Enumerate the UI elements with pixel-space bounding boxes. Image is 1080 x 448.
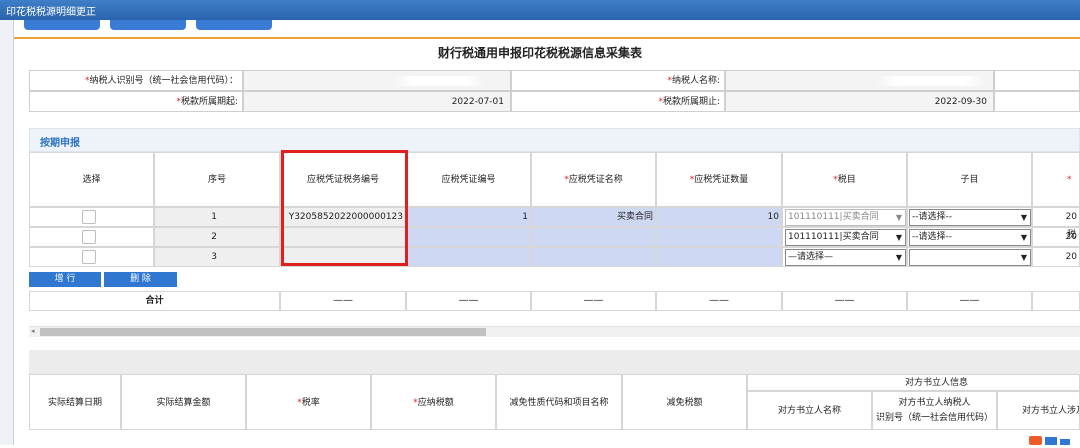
corner-logo [1027, 434, 1077, 445]
row2-select-cell [29, 227, 154, 247]
total-voucher-qty: —— [656, 291, 782, 311]
period-end-value: 2022-09-30 [725, 91, 994, 112]
row1-seq: 1 [154, 207, 280, 227]
col-header-extra: *税 [1032, 152, 1080, 240]
scroll-left-icon[interactable]: ◂ [31, 327, 35, 335]
col-header-counterparty-group: 对方书立人信息 [747, 374, 1080, 391]
row2-voucher-qty[interactable] [656, 227, 782, 247]
row3-sub-item-cell: ▼ [907, 247, 1032, 267]
col-header-counterparty-id: 对方书立人纳税人 识别号（统一社会信用代码） [872, 391, 997, 430]
total-sub-item: —— [907, 291, 1032, 311]
row3-voucher-no[interactable] [406, 247, 531, 267]
row3-voucher-qty[interactable] [656, 247, 782, 267]
row3-tax-item-cell: —请选择— ▼ [782, 247, 907, 267]
row3-voucher-name[interactable] [531, 247, 656, 267]
total-voucher-name: —— [531, 291, 656, 311]
taxpayer-id-label: *纳税人识别号（统一社会信用代码）： [29, 70, 243, 91]
taxpayer-id-field [243, 70, 511, 91]
total-voucher-no: —— [406, 291, 531, 311]
col-header-select: 选择 [29, 152, 154, 207]
toolbar-button-3[interactable] [196, 20, 272, 30]
col-header-counterparty-other: 对方书立人涉及 [997, 391, 1080, 430]
info-cell-extra [994, 70, 1080, 91]
total-extra [1032, 291, 1080, 311]
row2-extra: 20 [1032, 227, 1080, 247]
row1-sub-item-select[interactable]: --请选择-- ▼ [909, 209, 1031, 226]
col-header-voucher-no: 应税凭证编号 [406, 152, 531, 207]
row3-seq: 3 [154, 247, 280, 267]
row1-tax-item-select[interactable]: 101110111|买卖合同 ▼ [785, 209, 906, 226]
row2-voucher-name[interactable] [531, 227, 656, 247]
highlight-box [281, 150, 408, 266]
row1-select-cell [29, 207, 154, 227]
scrollbar-thumb[interactable] [40, 328, 486, 336]
col-header-settle-date: 实际结算日期 [29, 374, 121, 430]
row2-tax-item-select[interactable]: 101110111|买卖合同 ▼ [785, 229, 906, 246]
counterparty-id-line1: 对方书立人纳税人 [898, 398, 971, 408]
total-voucher-tax-no: —— [280, 291, 406, 311]
left-sidebar-strip [0, 20, 14, 445]
taxpayer-name-label: *纳税人名称: [511, 70, 725, 91]
info-cell-extra-2 [994, 91, 1080, 112]
row1-extra: 20 [1032, 207, 1080, 227]
col-header-voucher-name: *应税凭证名称 [531, 152, 656, 207]
row1-sub-item-cell: --请选择-- ▼ [907, 207, 1032, 227]
period-end-label: *税款所属期止: [511, 91, 725, 112]
col-header-sub-item: 子目 [907, 152, 1032, 207]
total-tax-item: —— [782, 291, 907, 311]
period-start-value: 2022-07-01 [243, 91, 511, 112]
col-header-tax-item: *税目 [782, 152, 907, 207]
row2-seq: 2 [154, 227, 280, 247]
row2-sub-item-cell: --请选择-- ▼ [907, 227, 1032, 247]
section-header [29, 128, 1080, 152]
period-start-label: *税款所属期起: [29, 91, 243, 112]
row1-checkbox[interactable] [82, 210, 96, 224]
row1-voucher-name[interactable]: 买卖合同 [531, 207, 656, 227]
row1-voucher-no[interactable]: 1 [406, 207, 531, 227]
toolbar-button-2[interactable] [110, 20, 186, 30]
toolbar-button-1[interactable] [24, 20, 100, 30]
col-header-seq: 序号 [154, 152, 280, 207]
row3-checkbox[interactable] [82, 250, 96, 264]
row1-voucher-qty[interactable]: 10 [656, 207, 782, 227]
counterparty-id-line2: 识别号（统一社会信用代码） [875, 413, 993, 423]
row3-sub-item-select[interactable]: ▼ [909, 249, 1031, 266]
taxpayer-name-field [725, 70, 994, 91]
lower-section-band [29, 350, 1080, 374]
window-titlebar: 印花税税源明细更正 [0, 0, 1080, 20]
row1-tax-item-cell: 101110111|买卖合同 ▼ [782, 207, 907, 227]
window-title: 印花税税源明细更正 [6, 7, 96, 18]
col-header-tax-rate: *税率 [246, 374, 371, 430]
col-header-voucher-qty: *应税凭证数量 [656, 152, 782, 207]
row3-tax-item-select[interactable]: —请选择— ▼ [785, 249, 906, 266]
row3-select-cell [29, 247, 154, 267]
delete-row-button[interactable]: 删 除 [104, 272, 177, 287]
col-header-settle-amount: 实际结算金额 [121, 374, 246, 430]
col-header-counterparty-name: 对方书立人名称 [747, 391, 872, 430]
col-header-relief-amount: 减免税额 [622, 374, 747, 430]
total-label: 合计 [29, 291, 280, 311]
row2-voucher-no[interactable] [406, 227, 531, 247]
add-row-button[interactable]: 增 行 [29, 272, 101, 287]
col-header-relief-code: 减免性质代码和项目名称 [496, 374, 622, 430]
form-title: 财行税通用申报印花税税源信息采集表 [437, 46, 642, 60]
row3-extra: 20 [1032, 247, 1080, 267]
divider [14, 37, 1080, 39]
col-header-tax-payable: *应纳税额 [371, 374, 496, 430]
section-title: 按期申报 [40, 138, 80, 149]
row2-sub-item-select[interactable]: --请选择-- ▼ [909, 229, 1031, 246]
row2-checkbox[interactable] [82, 230, 96, 244]
row2-tax-item-cell: 101110111|买卖合同 ▼ [782, 227, 907, 247]
